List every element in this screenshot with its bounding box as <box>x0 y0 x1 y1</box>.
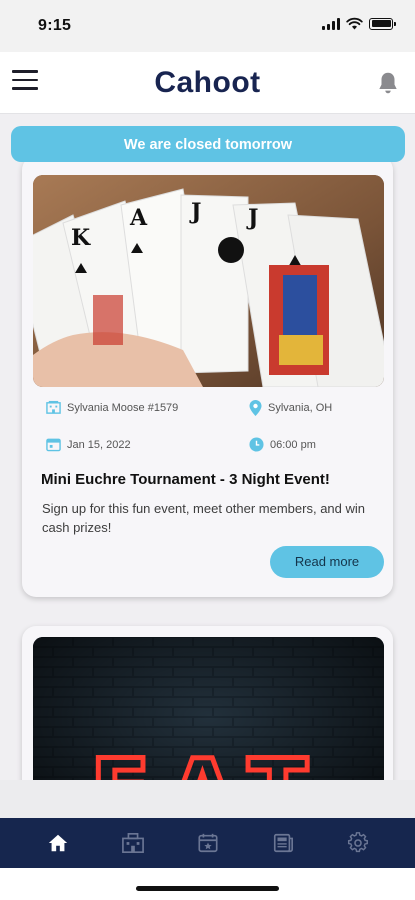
clock-icon <box>249 437 264 452</box>
calendar-star-icon <box>197 833 218 853</box>
svg-text:J: J <box>189 199 201 225</box>
tab-news[interactable] <box>263 823 303 863</box>
tab-home[interactable] <box>38 823 78 863</box>
status-time: 9:15 <box>38 17 72 34</box>
tab-settings[interactable] <box>338 823 378 863</box>
event-title: Mini Euchre Tournament - 3 Night Event! <box>41 471 330 488</box>
event-card[interactable]: EAT <box>22 626 393 780</box>
battery-icon <box>369 17 396 30</box>
event-date: Jan 15, 2022 <box>46 437 131 452</box>
event-photo: EAT <box>33 637 384 780</box>
announcement-banner: We are closed tomorrow <box>11 126 405 162</box>
location-text: Sylvania, OH <box>268 402 333 414</box>
app-header: Cahoot <box>0 52 415 114</box>
event-location: Sylvania, OH <box>249 400 332 416</box>
playing-cards-image: K A J J <box>33 175 384 387</box>
bottom-tab-bar <box>0 818 415 868</box>
building-icon <box>46 400 61 414</box>
wifi-icon <box>346 17 363 30</box>
bottom-spacer <box>0 780 415 818</box>
read-more-button[interactable]: Read more <box>270 546 384 578</box>
svg-text:K: K <box>71 225 91 251</box>
home-indicator-area <box>0 868 415 900</box>
event-photo: K A J J <box>33 175 384 387</box>
event-description: Sign up for this fun event, meet other m… <box>42 501 366 535</box>
tab-venues[interactable] <box>113 823 153 863</box>
home-indicator[interactable] <box>136 886 279 891</box>
app-title: Cahoot <box>154 66 261 99</box>
location-pin-icon <box>249 400 262 416</box>
cellular-signal-icon <box>322 17 340 30</box>
neon-text: EAT <box>90 740 325 780</box>
status-bar: 9:15 <box>0 0 415 52</box>
venue-name: Sylvania Moose #1579 <box>67 401 179 414</box>
event-card[interactable]: K A J J Sylvania Moose #1579 Sylvania, O… <box>22 162 393 597</box>
status-icons <box>322 17 396 30</box>
home-icon <box>48 834 67 852</box>
event-time: 06:00 pm <box>249 437 316 452</box>
date-text: Jan 15, 2022 <box>67 438 131 451</box>
time-text: 06:00 pm <box>270 438 316 451</box>
svg-text:A: A <box>129 205 148 231</box>
bell-icon[interactable] <box>375 70 401 96</box>
tab-events[interactable] <box>188 823 228 863</box>
neon-sign-image: EAT <box>33 637 384 780</box>
building-icon <box>121 833 144 853</box>
newspaper-icon <box>273 833 293 853</box>
event-feed[interactable]: K A J J Sylvania Moose #1579 Sylvania, O… <box>0 162 415 780</box>
svg-text:J: J <box>246 205 258 231</box>
event-venue: Sylvania Moose #1579 <box>46 400 178 415</box>
calendar-icon <box>46 438 61 452</box>
gear-icon <box>347 832 368 853</box>
